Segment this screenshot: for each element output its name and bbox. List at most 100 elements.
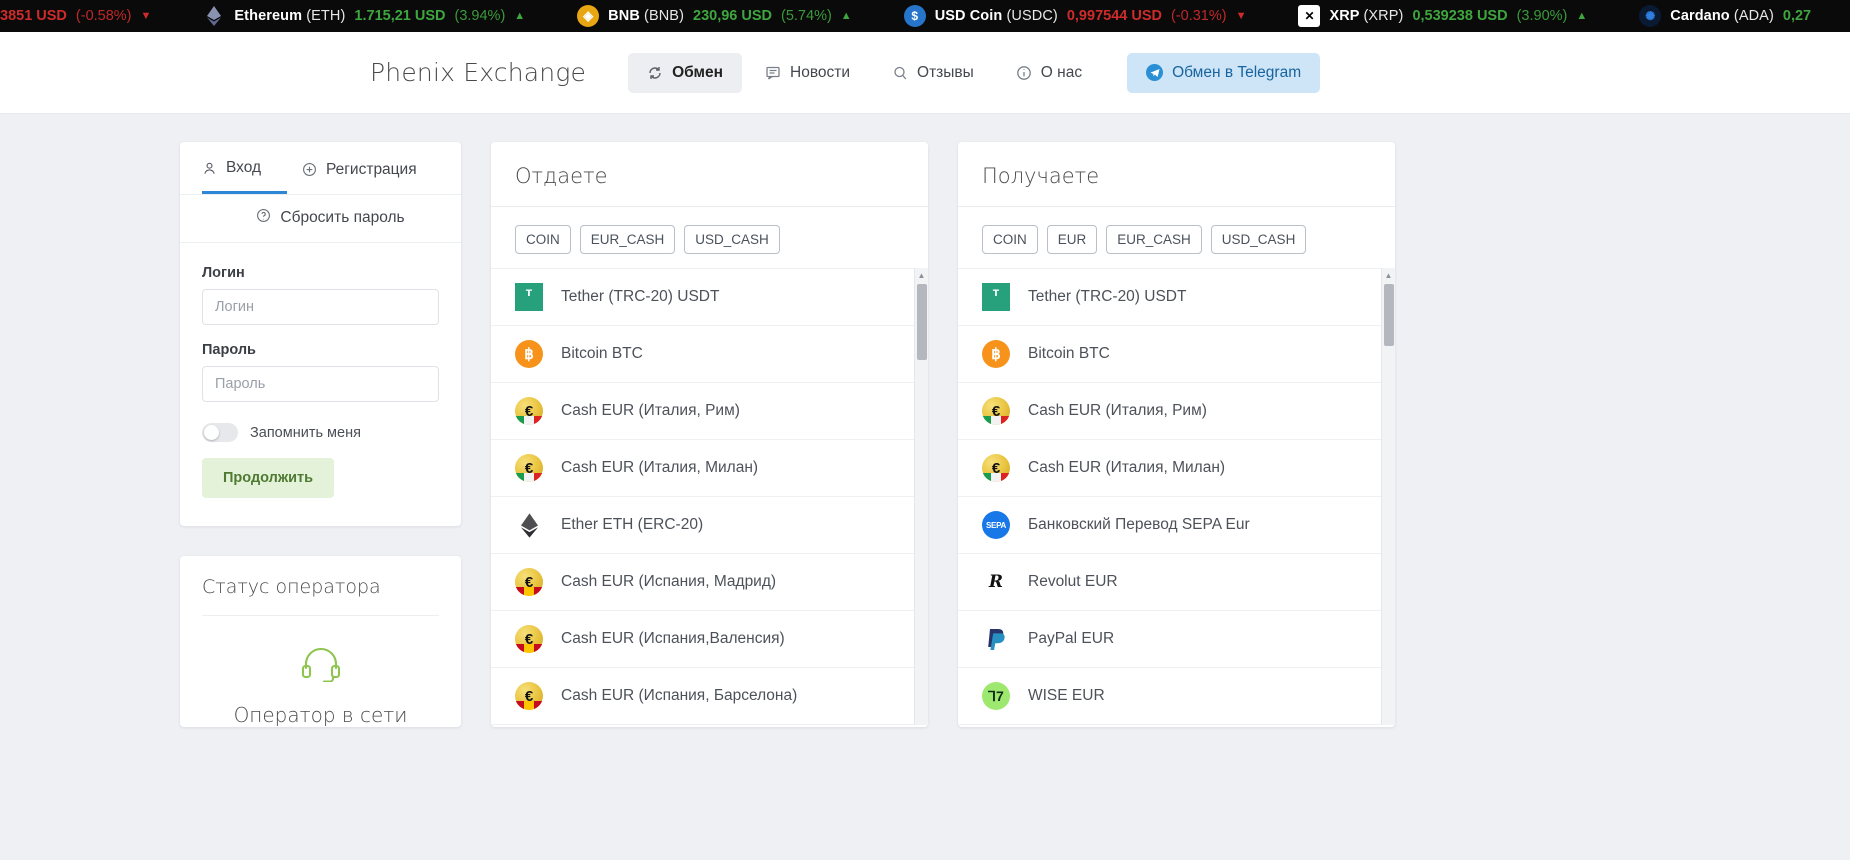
receive-scroll-thumb[interactable]	[1384, 284, 1394, 346]
list-item[interactable]: € Cash EUR (Испания, Мадрид)	[491, 554, 928, 611]
telegram-exchange-button[interactable]: Обмен в Telegram	[1127, 52, 1321, 93]
list-item-label: Cash EUR (Италия, Милан)	[561, 459, 759, 476]
receive-panel: Получаете COIN EUR EUR_CASH USD_CASH T T…	[958, 142, 1395, 727]
list-item[interactable]: ⅂7 WISE EUR	[958, 668, 1395, 725]
reset-password-link[interactable]: Сбросить пароль	[180, 195, 461, 243]
list-item-label: Cash EUR (Италия, Милан)	[1028, 459, 1226, 476]
list-item[interactable]: € Cash EUR (Испания, Барселона)	[491, 668, 928, 725]
nav-item-news[interactable]: Новости	[746, 53, 869, 93]
list-item[interactable]: SEPA Банковский Перевод SEPA Eur	[958, 497, 1395, 554]
nav-item-exchange[interactable]: Обмен	[628, 52, 742, 93]
give-chip-usd-cash[interactable]: USD_CASH	[684, 225, 780, 254]
receive-chip-eur-cash[interactable]: EUR_CASH	[1106, 225, 1202, 254]
ticker-item[interactable]: 3851 USD (-0.58%) ▼	[0, 8, 177, 24]
receive-chip-usd-cash[interactable]: USD_CASH	[1210, 225, 1307, 254]
list-item[interactable]: € Cash EUR (Италия, Милан)	[491, 440, 928, 497]
nav-label: Новости	[790, 63, 851, 81]
list-item[interactable]: ฿ Bitcoin BTC	[491, 326, 928, 383]
list-item-label: Cash EUR (Италия, Рим)	[1028, 402, 1207, 419]
ticker-item-usdc[interactable]: $ USD Coin (USDC) 0,997544 USD (-0.31%) …	[878, 5, 1273, 27]
svg-text:T: T	[526, 289, 533, 299]
user-icon	[202, 161, 217, 176]
ticker-price: 3851 USD	[0, 8, 67, 24]
ticker-item-eth[interactable]: Ethereum (ETH) 1.715,21 USD (3.94%) ▲	[177, 5, 551, 27]
nav-item-about[interactable]: О нас	[997, 53, 1101, 93]
ticker-price: 0,539238 USD	[1412, 8, 1508, 24]
list-item[interactable]: Ether ETH (ERC-20)	[491, 497, 928, 554]
password-input[interactable]	[202, 366, 439, 402]
auth-tabs: Вход Регистрация	[180, 142, 461, 195]
list-item-label: WISE EUR	[1028, 687, 1105, 704]
give-list-scrollbar[interactable]: ▲	[914, 268, 928, 725]
list-item-label: Cash EUR (Италия, Рим)	[561, 402, 740, 419]
list-item[interactable]: € Cash EUR (Италия, Рим)	[491, 383, 928, 440]
remember-me-label: Запомнить меня	[250, 424, 361, 441]
tab-register[interactable]: Регистрация	[302, 142, 417, 194]
give-scroll-thumb[interactable]	[917, 284, 927, 360]
list-item-label: Cash EUR (Испания, Мадрид)	[561, 573, 777, 590]
give-list-wrap: T Tether (TRC-20) USDT ฿ Bitcoin BTC € C…	[491, 268, 928, 725]
nav-label: Обмен	[672, 63, 723, 81]
euro-cash-italy-icon: €	[515, 397, 543, 425]
info-icon	[1016, 65, 1032, 81]
scroll-up-arrow-icon[interactable]: ▲	[915, 268, 928, 282]
list-item-label: Банковский Перевод SEPA Eur	[1028, 516, 1250, 533]
telegram-button-label: Обмен в Telegram	[1172, 63, 1302, 81]
ticker-symbol: Ethereum (ETH)	[234, 8, 346, 24]
scroll-up-arrow-icon[interactable]: ▲	[1382, 268, 1395, 282]
list-item[interactable]: T Tether (TRC-20) USDT	[491, 268, 928, 326]
list-item[interactable]: PayPal EUR	[958, 611, 1395, 668]
list-item-label: PayPal EUR	[1028, 630, 1115, 647]
brand-title: Phenix Exchange	[370, 58, 587, 87]
tab-register-label: Регистрация	[326, 160, 417, 178]
nav-label: О нас	[1040, 63, 1083, 81]
list-item[interactable]: ฿ Bitcoin BTC	[958, 326, 1395, 383]
list-item-label: Bitcoin BTC	[561, 345, 643, 362]
euro-cash-spain-icon: €	[515, 568, 543, 596]
tab-login[interactable]: Вход	[202, 142, 287, 194]
receive-chip-coin[interactable]: COIN	[982, 225, 1038, 254]
remember-me-toggle[interactable]	[202, 423, 238, 442]
ticker-price: 0,27	[1782, 8, 1812, 24]
list-item-label: Cash EUR (Испания, Барселона)	[561, 687, 798, 704]
bitcoin-icon: ฿	[982, 340, 1010, 368]
receive-chip-eur[interactable]: EUR	[1046, 225, 1098, 254]
operator-status-text: Оператор в сети	[233, 703, 408, 727]
operator-status-title: Статус оператора	[202, 576, 439, 616]
nav-item-reviews[interactable]: Отзывы	[873, 53, 993, 93]
reviews-icon	[892, 65, 908, 81]
xrp-icon: ✕	[1298, 5, 1321, 27]
receive-chips-wrap: COIN EUR EUR_CASH USD_CASH	[958, 207, 1395, 268]
wise-icon: ⅂7	[982, 682, 1010, 710]
give-chip-coin[interactable]: COIN	[515, 225, 571, 254]
ticker-item-ada[interactable]: ✺ Cardano (ADA) 0,27	[1613, 5, 1837, 27]
ticker-change: (-0.31%)	[1170, 8, 1227, 24]
euro-cash-italy-icon: €	[982, 454, 1010, 482]
nav-label: Отзывы	[917, 63, 974, 81]
give-panel-title: Отдаете	[491, 142, 928, 207]
list-item[interactable]: € Cash EUR (Испания,Валенсия)	[491, 611, 928, 668]
ticker-symbol: Cardano (ADA)	[1670, 8, 1774, 24]
ethereum-icon	[515, 511, 543, 539]
continue-button[interactable]: Продолжить	[202, 458, 335, 498]
login-input[interactable]	[202, 289, 439, 325]
give-chips-wrap: COIN EUR_CASH USD_CASH	[491, 207, 928, 268]
usdc-icon: $	[903, 5, 926, 27]
list-item[interactable]: € Cash EUR (Италия, Милан)	[958, 440, 1395, 497]
auth-card: Вход Регистрация Сбросить пароль Логин Л…	[180, 142, 461, 526]
list-item[interactable]: R Revolut EUR	[958, 554, 1395, 611]
euro-cash-italy-icon: €	[515, 454, 543, 482]
give-chip-eur-cash[interactable]: EUR_CASH	[579, 225, 676, 254]
give-panel: Отдаете COIN EUR_CASH USD_CASH T Tether …	[491, 142, 928, 727]
receive-list-scrollbar[interactable]: ▲	[1381, 268, 1395, 725]
list-item[interactable]: € Cash EUR (Италия, Рим)	[958, 383, 1395, 440]
ticker-item-bnb[interactable]: ◈ BNB (BNB) 230,96 USD (5.74%) ▲	[551, 5, 878, 27]
operator-status-card: Статус оператора Оператор в сети	[180, 556, 461, 727]
ticker-up-arrow-icon: ▲	[840, 9, 852, 22]
list-item[interactable]: T Tether (TRC-20) USDT	[958, 268, 1395, 326]
ticker-symbol: BNB (BNB)	[608, 8, 685, 24]
ticker-item-xrp[interactable]: ✕ XRP (XRP) 0,539238 USD (3.90%) ▲	[1272, 5, 1613, 27]
remember-me-row: Запомнить меня	[202, 423, 439, 442]
receive-list-wrap: T Tether (TRC-20) USDT ฿ Bitcoin BTC € C…	[958, 268, 1395, 725]
ticker-symbol: XRP (XRP)	[1329, 8, 1404, 24]
